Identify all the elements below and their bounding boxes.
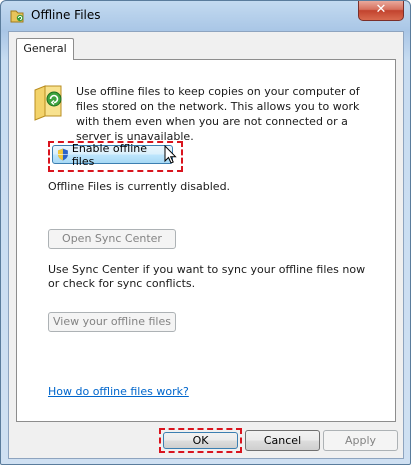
ok-button[interactable]: OK [163,432,238,449]
window-title: Offline Files [31,8,101,22]
title-bar[interactable]: Offline Files ✕ [1,1,410,31]
apply-button[interactable]: Apply [323,430,398,451]
offline-files-window: Offline Files ✕ General Use offline file… [0,0,411,465]
dialog-body: General Use offline files to keep copies… [8,31,404,459]
tab-general[interactable]: General [16,38,74,60]
sync-folder-icon [34,85,62,121]
uac-shield-icon [57,148,68,161]
close-button[interactable]: ✕ [358,1,404,21]
view-offline-files-button[interactable]: View your offline files [48,312,176,332]
mouse-pointer-icon [164,145,177,164]
enable-offline-files-button[interactable]: Enable offline files [52,142,173,168]
offline-files-icon [10,10,24,23]
ok-button-highlight: OK [159,428,242,453]
tab-general-label: General [23,42,67,55]
cancel-button[interactable]: Cancel [245,430,320,451]
status-text: Offline Files is currently disabled. [48,180,231,193]
sync-description: Use Sync Center if you want to sync your… [48,263,366,290]
intro-text: Use offline files to keep copies on your… [76,85,360,143]
enable-button-highlight: Enable offline files [48,141,183,172]
open-sync-center-button[interactable]: Open Sync Center [48,229,176,249]
enable-button-label: Enable offline files [71,141,148,168]
help-link[interactable]: How do offline files work? [48,385,189,398]
close-icon: ✕ [375,2,387,17]
general-panel: Use offline files to keep copies on your… [16,59,396,422]
